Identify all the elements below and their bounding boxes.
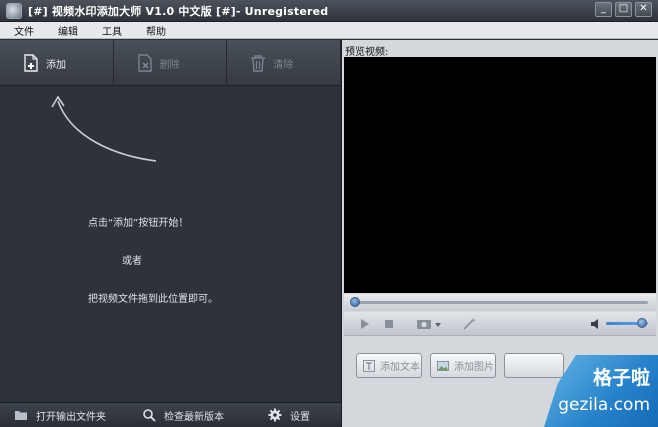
check-update-label: 检查最新版本 — [164, 411, 224, 423]
check-update-button[interactable]: 检查最新版本 — [142, 403, 262, 427]
delete-file-icon — [137, 54, 152, 72]
add-image-label: 添加图片 — [454, 362, 494, 373]
settings-button[interactable]: 设置 — [268, 403, 310, 427]
menu-help[interactable]: 帮助 — [146, 23, 166, 38]
player-controls — [344, 312, 656, 336]
seek-track[interactable] — [352, 301, 648, 304]
delete-button[interactable]: 删除 — [114, 40, 228, 86]
delete-button-label: 删除 — [159, 59, 180, 71]
seek-handle[interactable] — [350, 297, 360, 307]
app-icon — [6, 2, 22, 19]
seek-bar[interactable] — [344, 294, 656, 311]
add-button[interactable]: 添加 — [0, 40, 114, 86]
add-button-label: 添加 — [46, 59, 66, 71]
add-text-button[interactable]: 添加文本 — [356, 353, 422, 378]
add-image-button[interactable]: 添加图片 — [430, 353, 496, 378]
play-icon[interactable] — [360, 318, 370, 330]
toolbar: 添加 删除 清除 — [0, 40, 342, 86]
left-footer: 打开输出文件夹 检查最新版本 设置 — [0, 402, 341, 427]
menu-file[interactable]: 文件 — [14, 23, 34, 38]
clear-button-label: 清除 — [273, 59, 294, 71]
snapshot-camera-icon[interactable] — [416, 318, 442, 330]
minimize-button[interactable]: _ — [595, 2, 612, 17]
title-bar: [#] 视频水印添加大师 V1.0 中文版 [#]- Unregistered … — [0, 0, 658, 22]
effects-wand-icon[interactable] — [462, 318, 476, 330]
menu-tools[interactable]: 工具 — [102, 23, 122, 38]
trash-icon — [251, 55, 266, 72]
volume-speaker-icon[interactable] — [590, 318, 602, 330]
clear-button[interactable]: 清除 — [227, 40, 342, 86]
settings-label: 设置 — [290, 411, 310, 423]
add-text-label: 添加文本 — [380, 362, 420, 373]
image-icon — [437, 360, 449, 371]
window-controls: _ □ ✕ — [595, 2, 652, 17]
third-action-button[interactable] — [504, 353, 564, 378]
volume-handle[interactable] — [636, 318, 647, 328]
preview-label: 预览视频: — [345, 47, 389, 58]
maximize-button[interactable]: □ — [615, 2, 632, 17]
drop-zone[interactable]: 点击“添加”按钮开始！ 或者 把视频文件拖到此位置即可。 — [0, 87, 341, 397]
menu-bar: 文件 编辑 工具 帮助 — [0, 22, 658, 39]
gear-icon — [268, 408, 282, 422]
folder-icon — [15, 411, 27, 420]
magnifier-icon — [143, 409, 156, 422]
video-preview-screen[interactable] — [344, 57, 656, 293]
menu-edit[interactable]: 编辑 — [58, 23, 78, 38]
file-list-panel[interactable]: 添加 删除 清除 点击“添加”按钮开始！ 或者 把视频文件拖到此位置即可。 打开… — [0, 40, 342, 427]
text-t-icon — [363, 359, 375, 372]
open-output-folder-button[interactable]: 打开输出文件夹 — [14, 403, 132, 427]
close-button[interactable]: ✕ — [635, 2, 652, 17]
curved-arrow-icon — [51, 95, 157, 162]
open-output-folder-label: 打开输出文件夹 — [36, 411, 106, 423]
stop-icon[interactable] — [384, 318, 394, 330]
watermark-brand-cn: 格子啦 — [592, 367, 650, 389]
window-title: [#] 视频水印添加大师 V1.0 中文版 [#]- Unregistered — [28, 4, 329, 18]
add-file-icon — [24, 54, 38, 72]
watermark-brand-url: gezila.com — [558, 395, 650, 415]
